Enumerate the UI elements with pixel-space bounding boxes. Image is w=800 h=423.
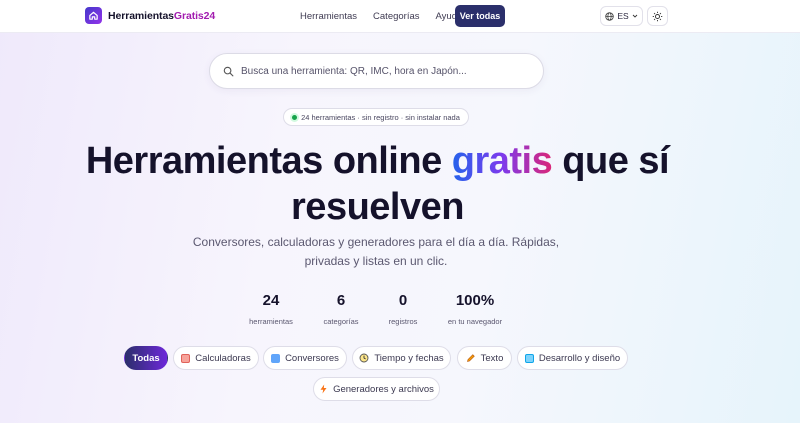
- convert-icon: [271, 353, 281, 363]
- category-chip-desarrollo[interactable]: Desarrollo y diseño: [517, 346, 628, 370]
- hero-title-highlight: gratis: [451, 140, 553, 182]
- sun-icon: [652, 11, 663, 21]
- nav-categorias[interactable]: Categorías: [373, 11, 419, 22]
- logo[interactable]: HerramientasGratis24: [85, 7, 215, 24]
- category-chip-calculadoras[interactable]: Calculadoras: [173, 346, 259, 370]
- stat-label: registros: [388, 317, 418, 326]
- hero-title: Herramientas online gratis que sí resuel…: [85, 140, 670, 228]
- main-nav: Herramientas Categorías Ayuda: [300, 11, 462, 22]
- pencil-icon: [466, 354, 475, 362]
- logo-text: HerramientasGratis24: [108, 9, 216, 22]
- chevron-down-icon: [632, 14, 637, 18]
- chip-label: Conversores: [285, 352, 339, 364]
- category-chip-texto[interactable]: Texto: [457, 346, 512, 370]
- globe-icon: [605, 11, 615, 21]
- category-chip-conversores[interactable]: Conversores: [263, 346, 347, 370]
- chip-label: Desarrollo y diseño: [538, 352, 621, 364]
- search-icon: [223, 66, 234, 76]
- status-dot: [292, 114, 298, 120]
- stat-categories: 6 categorías: [314, 292, 368, 326]
- stat-tools: 24 herramientas: [240, 292, 302, 326]
- calculator-icon: [181, 353, 191, 363]
- book-icon: [524, 353, 534, 363]
- stat-value: 100%: [455, 292, 495, 309]
- chip-label: Generadores y archivos: [333, 383, 434, 395]
- stat-browser: 100% en tu navegador: [440, 292, 510, 326]
- search-bar[interactable]: [209, 53, 544, 89]
- home-icon: [85, 7, 102, 24]
- chip-label: Texto: [480, 352, 504, 364]
- stat-label: en tu navegador: [447, 317, 503, 326]
- clock-icon: [359, 353, 369, 363]
- info-badge-text: 24 herramientas · sin registro · sin ins…: [301, 112, 460, 122]
- chip-label: Calculadoras: [195, 352, 251, 364]
- category-chip-tiempo[interactable]: Tiempo y fechas: [352, 346, 451, 370]
- search-input[interactable]: [241, 65, 531, 77]
- language-label: ES: [617, 11, 629, 21]
- stat-value: 0: [398, 292, 408, 309]
- category-chip-todas[interactable]: Todas: [124, 346, 168, 370]
- stat-value: 6: [336, 292, 346, 309]
- nav-herramientas[interactable]: Herramientas: [300, 11, 357, 22]
- lightning-icon: [320, 384, 327, 394]
- theme-toggle[interactable]: [647, 6, 668, 26]
- chip-label: Todas: [132, 352, 160, 364]
- stat-value: 24: [262, 292, 280, 309]
- stat-registrations: 0 registros: [380, 292, 426, 326]
- hero-subtitle: Conversores, calculadoras y generadores …: [192, 235, 560, 268]
- top-header: HerramientasGratis24 Herramientas Catego…: [0, 0, 800, 33]
- info-badge: 24 herramientas · sin registro · sin ins…: [283, 108, 469, 126]
- chip-label: Tiempo y fechas: [374, 352, 444, 364]
- category-chip-generadores[interactable]: Generadores y archivos: [313, 377, 440, 401]
- see-all-button[interactable]: Ver todas: [455, 5, 505, 27]
- stat-label: herramientas: [249, 317, 293, 326]
- stat-label: categorías: [323, 317, 359, 326]
- language-selector[interactable]: ES: [600, 6, 643, 26]
